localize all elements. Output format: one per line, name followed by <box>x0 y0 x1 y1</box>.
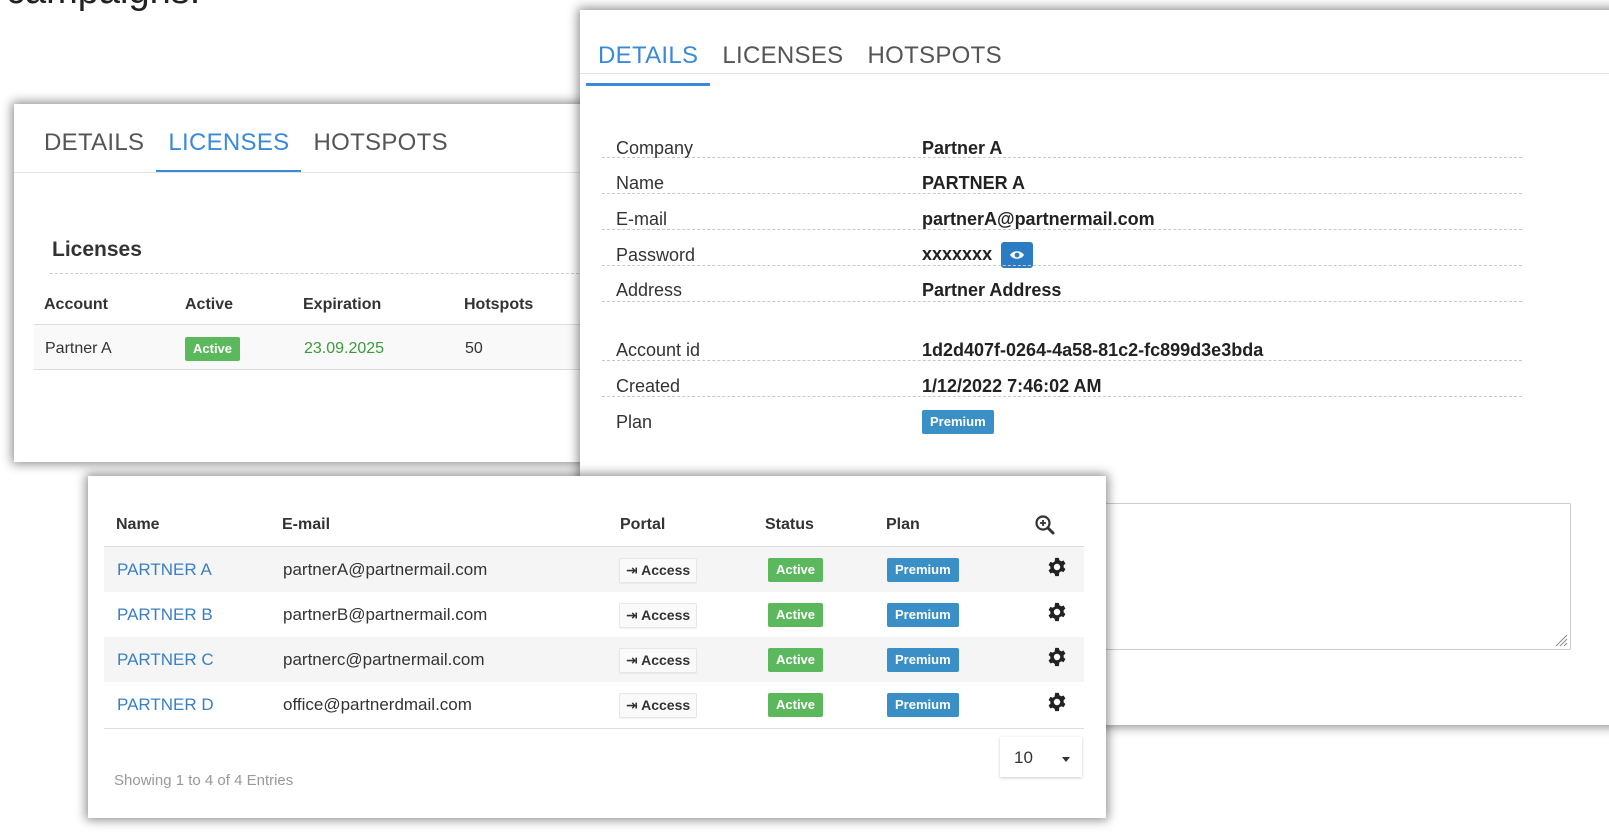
access-portal-button[interactable]: ⇥ Access <box>619 693 698 718</box>
address-label: Address <box>616 280 683 300</box>
status-badge: Active <box>768 648 824 672</box>
status-badge: Active <box>768 693 824 717</box>
plan-badge: Premium <box>887 648 959 672</box>
created-label: Created <box>616 376 681 396</box>
email-value: partnerA@partnermail.com <box>922 209 1155 229</box>
gear-icon[interactable] <box>1046 556 1068 578</box>
tabs-divider <box>580 73 1609 74</box>
account-id-label: Account id <box>616 340 701 360</box>
table-row: PARTNER A partnerA@partnermail.com ⇥ Acc… <box>104 547 1084 592</box>
sign-in-icon: ⇥ <box>626 562 638 578</box>
zoom-in-icon[interactable] <box>1034 514 1056 536</box>
divider <box>602 265 1522 266</box>
access-label: Access <box>641 607 691 623</box>
column-header-expiration: Expiration <box>303 296 382 313</box>
partner-name-link[interactable]: PARTNER A <box>117 560 212 580</box>
table-row: PARTNER D office@partnerdmail.com ⇥ Acce… <box>104 682 1084 727</box>
status-badge: Active <box>768 558 824 582</box>
column-header-active: Active <box>185 296 234 313</box>
company-label: Company <box>616 138 694 158</box>
password-label: Password <box>616 245 696 265</box>
licenses-card: DETAILS LICENSES HOTSPOTS Licenses Accou… <box>14 104 624 462</box>
partner-name-link[interactable]: PARTNER B <box>117 605 213 625</box>
divider <box>602 229 1522 230</box>
status-badge: Active <box>185 337 241 361</box>
page-size-value: 10 <box>1014 748 1033 767</box>
plan-badge: Premium <box>887 693 959 717</box>
table-bottom-divider <box>104 728 1084 729</box>
column-header-status[interactable]: Status <box>765 516 814 534</box>
gear-icon[interactable] <box>1046 601 1068 623</box>
table-row: PARTNER B partnerB@partnermail.com ⇥ Acc… <box>104 592 1084 637</box>
company-value: Partner A <box>922 138 1003 158</box>
expiration-cell: 23.09.2025 <box>304 340 385 357</box>
divider <box>602 396 1522 397</box>
caption-text: campaigns. <box>6 0 200 13</box>
plan-badge: Premium <box>922 410 994 434</box>
sign-in-icon: ⇥ <box>626 652 638 668</box>
sign-in-icon: ⇥ <box>626 697 638 713</box>
sign-in-icon: ⇥ <box>626 607 638 623</box>
account-cell: Partner A <box>45 340 112 357</box>
created-value: 1/12/2022 7:46:02 AM <box>922 376 1102 396</box>
plan-badge: Premium <box>887 558 959 582</box>
plan-label: Plan <box>616 412 653 432</box>
column-header-name[interactable]: Name <box>116 516 160 534</box>
status-badge: Active <box>768 603 824 627</box>
partner-email: partnerA@partnermail.com <box>283 560 488 579</box>
notes-textarea[interactable] <box>1104 503 1571 650</box>
gear-icon[interactable] <box>1046 691 1068 713</box>
access-label: Access <box>641 562 691 578</box>
resize-grip-icon[interactable] <box>1554 633 1568 647</box>
column-header-portal[interactable]: Portal <box>620 516 665 534</box>
eye-icon <box>1010 251 1025 259</box>
table-row: PARTNER C partnerc@partnermail.com ⇥ Acc… <box>104 637 1084 682</box>
email-label: E-mail <box>616 209 668 229</box>
access-label: Access <box>641 697 691 713</box>
page-size-select[interactable]: 10 <box>1000 737 1082 777</box>
divider <box>602 193 1522 194</box>
partner-email: partnerc@partnermail.com <box>283 650 485 669</box>
divider <box>602 360 1522 361</box>
partner-name-link[interactable]: PARTNER C <box>117 650 214 670</box>
access-label: Access <box>641 652 691 668</box>
partners-table-card: Name E-mail Portal Status Plan PARTNER A… <box>88 476 1106 818</box>
partner-email: office@partnerdmail.com <box>283 695 472 714</box>
address-value: Partner Address <box>922 280 1062 300</box>
column-header-email[interactable]: E-mail <box>282 516 330 534</box>
name-label: Name <box>616 173 665 193</box>
column-header-plan[interactable]: Plan <box>886 516 920 534</box>
partner-name-link[interactable]: PARTNER D <box>117 695 214 715</box>
access-portal-button[interactable]: ⇥ Access <box>619 558 698 583</box>
name-value: PARTNER A <box>922 173 1025 193</box>
tab-hotspots[interactable]: HOTSPOTS <box>301 119 459 167</box>
column-header-account: Account <box>44 296 108 313</box>
partner-email: partnerB@partnermail.com <box>283 605 488 624</box>
tab-licenses[interactable]: LICENSES <box>156 119 302 173</box>
tabs: DETAILS LICENSES HOTSPOTS <box>32 119 460 173</box>
caret-down-icon <box>1062 757 1070 762</box>
column-header-hotspots: Hotspots <box>464 296 534 313</box>
access-portal-button[interactable]: ⇥ Access <box>619 648 698 673</box>
hotspots-cell: 50 <box>465 340 483 357</box>
licenses-heading: Licenses <box>52 238 142 261</box>
tabs-divider <box>14 172 624 173</box>
divider <box>602 301 1522 302</box>
tab-details[interactable]: DETAILS <box>32 119 156 167</box>
heading-divider <box>50 273 624 274</box>
password-value: xxxxxxx <box>922 243 993 264</box>
account-id-value: 1d2d407f-0264-4a58-81c2-fc899d3e3bda <box>922 340 1264 360</box>
divider <box>602 157 1522 158</box>
access-portal-button[interactable]: ⇥ Access <box>619 603 698 628</box>
plan-badge: Premium <box>887 603 959 627</box>
entries-info: Showing 1 to 4 of 4 Entries <box>114 772 294 789</box>
gear-icon[interactable] <box>1046 646 1068 668</box>
